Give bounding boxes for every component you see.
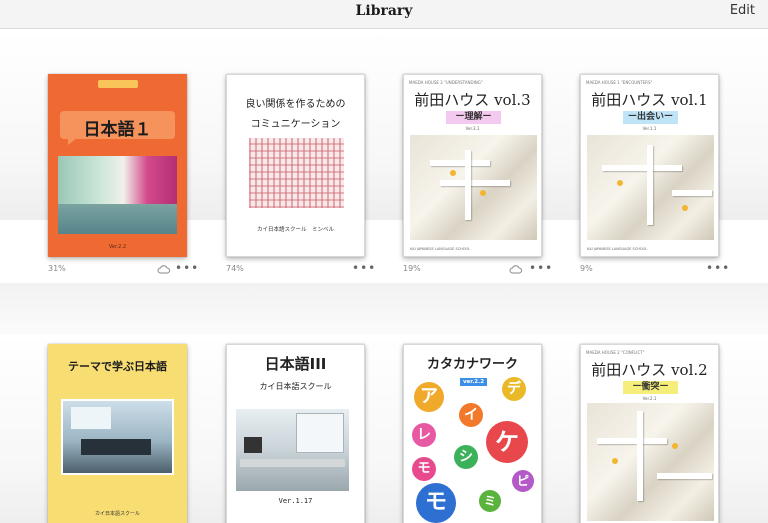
model-wall	[430, 160, 490, 166]
book-progress: 74%	[226, 264, 244, 273]
katakana-circle: ア	[414, 382, 444, 412]
katakana-circle: ミ	[479, 490, 501, 512]
cover-photo-house-model	[587, 135, 714, 240]
cover-photo-house-model	[410, 135, 537, 240]
cloud-icon[interactable]	[509, 265, 522, 274]
book-version: ver.2.2	[460, 378, 487, 386]
book-footer: KAI JAPANESE LANGUAGE SCHOOL	[587, 247, 648, 251]
cover-photo-dining-room	[61, 399, 174, 475]
photo-desk	[240, 459, 345, 467]
more-icon[interactable]: •••	[175, 262, 199, 274]
photo-window	[71, 407, 111, 429]
book-cover-maeda-house-vol3[interactable]: MAEDA HOUSE 3 "UNDERSTANDING" 前田ハウス vol.…	[403, 74, 542, 257]
book-version: Ver.1.1	[642, 126, 657, 131]
model-wall	[672, 190, 712, 196]
book-title: 前田ハウス vol.2	[591, 361, 708, 379]
book-subtitle: ー理解ー	[446, 111, 501, 124]
book-title-line-2: コミュニケーション	[250, 119, 341, 130]
book-publisher: カイ日本語スクール	[259, 382, 332, 391]
photo-window	[296, 413, 344, 453]
page-title: Library	[355, 3, 413, 19]
model-wall	[647, 145, 653, 225]
book-footer: KAI JAPANESE LANGUAGE SCHOOL	[410, 247, 471, 251]
book-version: Ver.2.2	[108, 244, 127, 250]
model-wall	[602, 165, 682, 171]
model-figure	[617, 180, 623, 186]
book-version: Ver.2.1	[642, 396, 657, 401]
book-progress: 31%	[48, 264, 66, 273]
book-cover-theme-nihongo[interactable]: テーマで学ぶ日本語 カイ日本語スクール	[48, 344, 187, 523]
katakana-circle: シ	[454, 445, 478, 469]
book-cover-communication[interactable]: 良い関係を作るための コミュニケーション カイ日本語スクール ミンベル	[226, 74, 365, 257]
book-publisher: カイ日本語スクール	[94, 511, 140, 517]
book-title: 日本語III	[264, 355, 327, 373]
katakana-circle: イ	[459, 403, 483, 427]
cover-photo-house-model	[587, 403, 714, 521]
book-title: 日本語１	[83, 120, 152, 140]
book-subtitle: ー衝突ー	[623, 381, 678, 394]
book-cover-maeda-house-vol2[interactable]: MAEDA HOUSE 2 "CONFLICT" 前田ハウス vol.2 ー衝突…	[580, 344, 719, 523]
shelf-divider	[0, 283, 768, 343]
cover-pattern	[249, 138, 344, 208]
book-version: Ver.1.17	[278, 497, 313, 505]
book-series-header: MAEDA HOUSE 1 "ENCOUNTERS"	[586, 80, 653, 85]
book-publisher: カイ日本語スクール ミンベル	[256, 227, 334, 233]
book-title: 前田ハウス vol.3	[414, 91, 531, 109]
book-version: Ver.3.1	[465, 126, 480, 131]
book-title: テーマで学ぶ日本語	[68, 360, 167, 373]
book-title-line-1: 良い関係を作るための	[245, 99, 346, 110]
book-cover-nihongo-3[interactable]: 日本語III カイ日本語スクール Ver.1.17	[226, 344, 365, 523]
model-figure	[480, 190, 486, 196]
book-cover-katakana-work[interactable]: カタカナワーク ver.2.2 ア イ デ レ シ ケ モ モ ミ ピ	[403, 344, 542, 523]
book-subtitle: ー出会いー	[623, 111, 678, 124]
model-wall	[657, 473, 712, 479]
navigation-bar: Library Edit	[0, 0, 768, 29]
school-logo	[98, 80, 138, 88]
more-icon[interactable]: •••	[352, 262, 376, 274]
katakana-circle: ケ	[486, 421, 528, 463]
katakana-circle: モ	[412, 457, 436, 481]
book-series-header: MAEDA HOUSE 2 "CONFLICT"	[586, 350, 645, 355]
cloud-icon[interactable]	[157, 265, 170, 274]
cover-photo-office	[236, 409, 349, 491]
katakana-circle: デ	[502, 377, 526, 401]
book-title: 前田ハウス vol.1	[591, 91, 708, 109]
katakana-circle: ピ	[512, 470, 534, 492]
model-figure	[682, 205, 688, 211]
book-cover-maeda-house-vol1[interactable]: MAEDA HOUSE 1 "ENCOUNTERS" 前田ハウス vol.1 ー…	[580, 74, 719, 257]
book-series-header: MAEDA HOUSE 3 "UNDERSTANDING"	[409, 80, 483, 85]
book-title: カタカナワーク	[426, 357, 518, 372]
book-cover-nihongo-1[interactable]: 日本語１ Ver.2.2	[48, 74, 187, 257]
edit-button[interactable]: Edit	[730, 3, 755, 18]
book-progress: 19%	[403, 264, 421, 273]
katakana-circle: レ	[412, 423, 436, 447]
cover-photo-classroom	[58, 156, 177, 234]
cover-photo-floor	[58, 204, 177, 234]
book-progress: 9%	[580, 264, 593, 273]
model-figure	[612, 458, 618, 464]
more-icon[interactable]: •••	[529, 262, 553, 274]
model-wall	[597, 438, 667, 444]
photo-monitor	[244, 437, 262, 453]
model-wall	[465, 150, 471, 220]
more-icon[interactable]: •••	[706, 262, 730, 274]
library-screen: Library Edit 日本語１ Ver.2.2 31% ••• 良い関係を作…	[0, 0, 768, 523]
model-wall	[637, 411, 643, 501]
model-figure	[450, 170, 456, 176]
katakana-circle: モ	[416, 483, 456, 523]
model-wall	[440, 180, 510, 186]
model-figure	[672, 443, 678, 449]
photo-table	[81, 439, 151, 455]
